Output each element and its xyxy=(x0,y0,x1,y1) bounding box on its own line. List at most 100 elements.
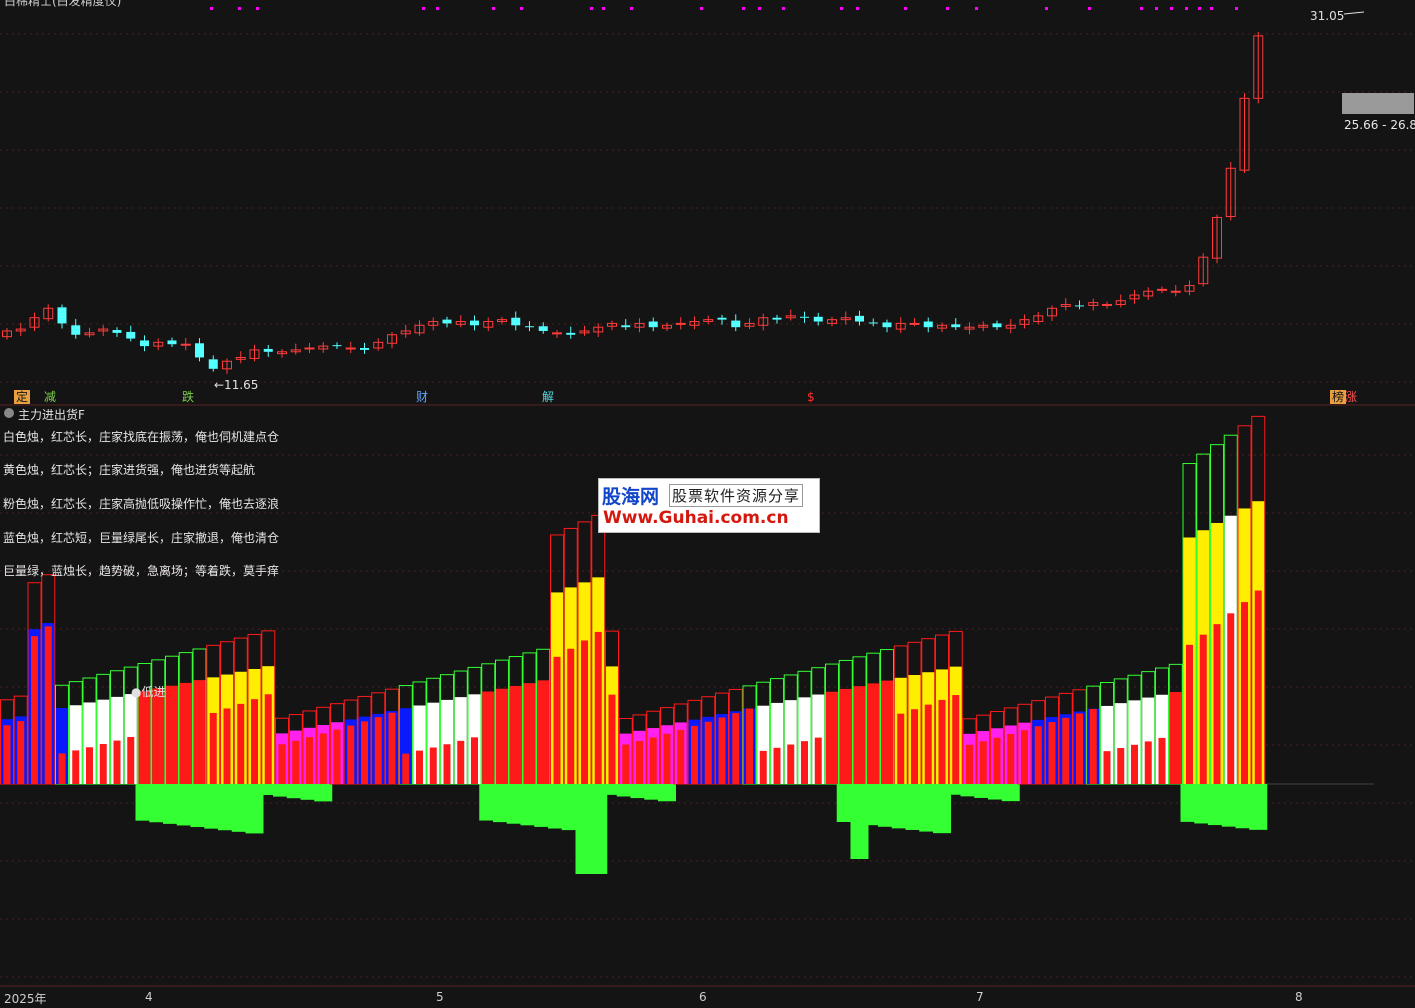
candle-body xyxy=(180,343,191,346)
flow-core xyxy=(457,740,465,784)
outflow-bar xyxy=(658,784,676,802)
flow-core xyxy=(883,718,891,784)
candle-body xyxy=(470,320,479,326)
flow-core xyxy=(993,737,1001,784)
candle-body xyxy=(538,326,548,331)
flow-core xyxy=(759,750,767,784)
candle-body xyxy=(552,332,562,335)
flow-core xyxy=(649,737,657,784)
signal-marker xyxy=(975,7,978,10)
flow-core xyxy=(814,737,822,784)
flow-core xyxy=(1076,713,1083,784)
flow-core xyxy=(44,626,52,784)
flow-core xyxy=(484,733,492,784)
x-axis-label: 8 xyxy=(1295,990,1303,1004)
flow-core xyxy=(86,747,93,784)
event-flag[interactable]: 涨 xyxy=(1343,390,1359,404)
indicator-description: 白色烛，红芯长，庄家找底在振荡，俺也伺机建点仓 xyxy=(3,430,280,444)
candle-body xyxy=(332,345,342,347)
flow-core xyxy=(1021,730,1028,784)
flow-core xyxy=(732,713,740,784)
flow-core xyxy=(361,721,368,784)
flow-core xyxy=(402,753,410,784)
event-flag[interactable]: 定 xyxy=(14,390,31,404)
range-label: 25.66 - 26.87 xyxy=(1344,118,1415,132)
flow-core xyxy=(141,733,148,784)
candle-body xyxy=(71,325,81,335)
outflow-bar xyxy=(1249,784,1268,830)
flow-core xyxy=(278,744,286,784)
candle-body xyxy=(566,332,576,335)
signal-marker xyxy=(1045,7,1048,10)
candle-body xyxy=(442,319,452,324)
indicator-title[interactable]: 主力进出货F xyxy=(18,406,85,423)
outflow-bar xyxy=(314,784,333,802)
signal-marker xyxy=(1210,7,1213,10)
signal-marker xyxy=(210,7,213,10)
flow-core xyxy=(1062,717,1070,784)
signal-marker xyxy=(436,7,439,10)
flow-core xyxy=(347,725,355,784)
flow-core xyxy=(979,741,987,784)
signal-marker xyxy=(590,7,593,10)
candle-body xyxy=(813,316,823,322)
flow-core xyxy=(856,726,863,784)
candle-body xyxy=(1157,288,1167,291)
flow-core xyxy=(292,740,300,784)
flow-core xyxy=(677,729,685,784)
flow-core xyxy=(154,729,162,784)
flow-core xyxy=(773,747,781,784)
flow-core xyxy=(636,741,643,784)
flow-core xyxy=(306,737,313,784)
candle-body xyxy=(909,322,920,325)
candle-body xyxy=(648,321,658,328)
flow-core xyxy=(498,729,506,784)
flow-core xyxy=(264,694,272,784)
flow-core xyxy=(1117,748,1125,784)
candle-body xyxy=(208,359,218,369)
flow-core xyxy=(663,733,671,784)
indicator-description: 蓝色烛，红芯短，巨量绿尾长，庄家撤退，俺也清仓 xyxy=(3,531,280,545)
flow-core xyxy=(787,744,795,784)
flow-core xyxy=(443,744,451,784)
low-entry-annotation: ●低进 xyxy=(131,685,166,699)
candle-body xyxy=(57,307,67,324)
flow-core xyxy=(1199,634,1207,784)
flow-core xyxy=(1241,602,1248,784)
flow-core xyxy=(718,717,726,784)
x-axis-label: 2025年 xyxy=(4,992,47,1006)
signal-marker xyxy=(946,7,949,10)
event-flag[interactable]: $ xyxy=(805,390,817,404)
signal-marker xyxy=(700,7,703,10)
candle-body xyxy=(525,326,534,328)
candle-body xyxy=(345,347,356,350)
flow-core xyxy=(319,733,327,784)
candle-body xyxy=(126,331,136,339)
candle-body xyxy=(992,323,1002,328)
candle-body xyxy=(1102,303,1112,306)
flow-core xyxy=(801,741,808,784)
flow-core xyxy=(581,640,588,784)
flow-core xyxy=(1144,741,1152,784)
x-axis-label: 4 xyxy=(145,990,153,1004)
signal-marker xyxy=(492,7,495,10)
collapse-icon xyxy=(4,408,14,418)
flow-core xyxy=(704,721,712,784)
flow-core xyxy=(99,743,107,784)
indicator-description: 粉色烛，红芯长，庄家高抛低吸操作忙，俺也去逐浪 xyxy=(3,497,280,511)
flow-core xyxy=(72,750,80,784)
candle-body xyxy=(304,347,315,350)
candle-body xyxy=(868,322,878,324)
outflow-bar xyxy=(1001,784,1020,802)
event-flag[interactable]: 跌 xyxy=(180,390,196,404)
flow-core xyxy=(388,712,396,784)
low-price-label: ←11.65 xyxy=(214,378,259,392)
flow-core xyxy=(911,709,918,784)
signal-marker xyxy=(1185,7,1188,10)
candle-body xyxy=(800,316,809,318)
event-flag[interactable]: 减 xyxy=(42,390,58,404)
signal-marker xyxy=(856,7,859,10)
event-flag[interactable]: 财 xyxy=(414,390,430,404)
event-flag[interactable]: 解 xyxy=(540,390,556,404)
candle-body xyxy=(855,315,864,322)
